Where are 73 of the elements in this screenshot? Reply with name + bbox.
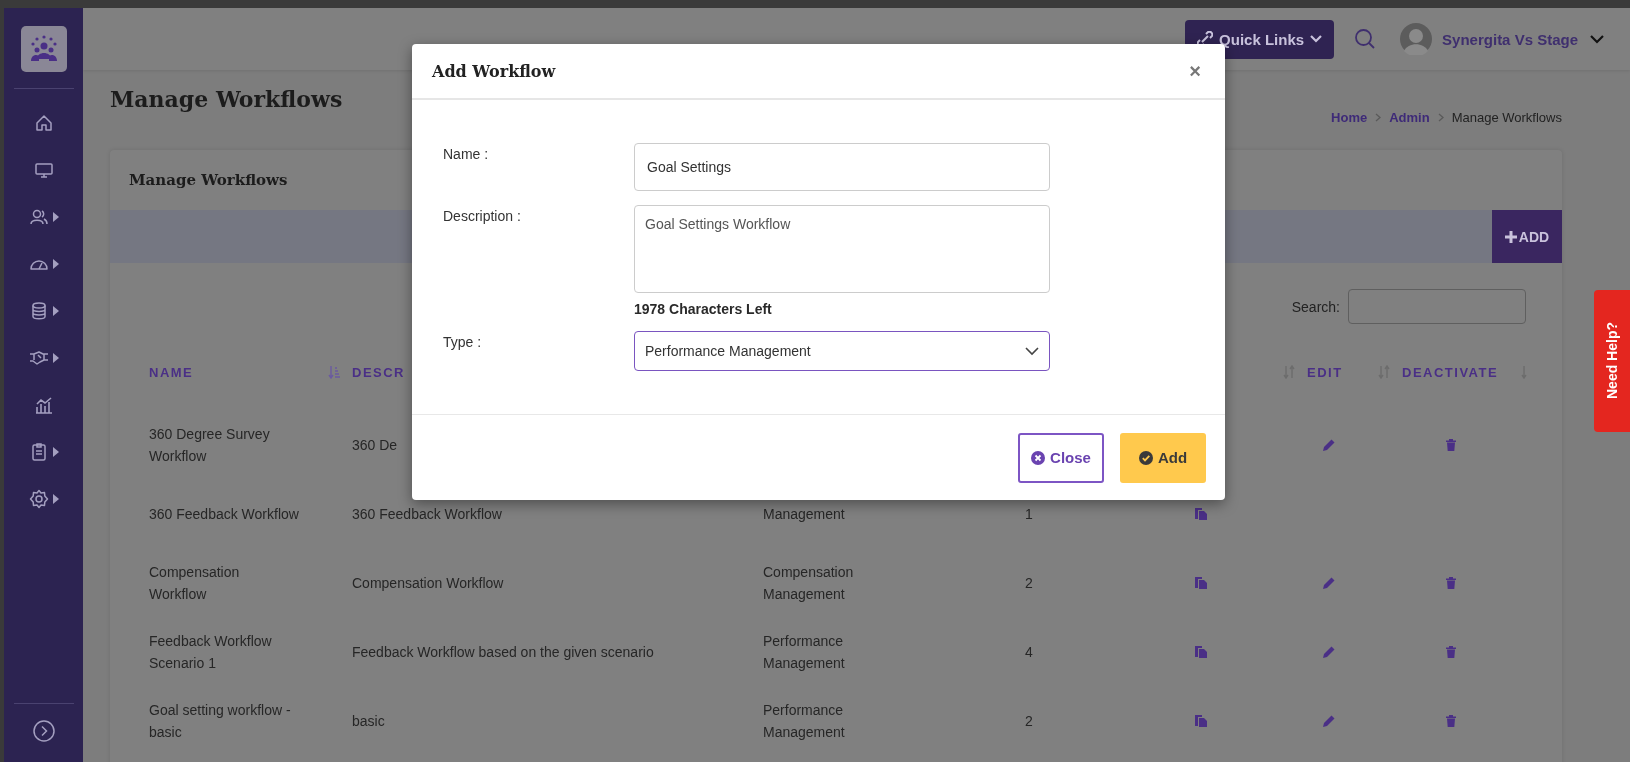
need-help-tab[interactable]: Need Help? (1594, 290, 1630, 432)
search-label: Search: (1291, 298, 1340, 315)
app-logo[interactable] (20, 26, 67, 72)
table-cell-text: 2 (1025, 711, 1033, 731)
field-label: Name : (443, 145, 490, 164)
avatar-icon[interactable] (1400, 23, 1433, 55)
type-dropdown[interactable]: Performance Management (634, 331, 1050, 371)
character-counter: 1978 Characters Left (634, 301, 773, 317)
field-label: Description : (443, 207, 522, 226)
chevron-icon (1310, 35, 1323, 43)
table-cell-text: 360 De (352, 435, 398, 455)
pencil-icon[interactable] (1322, 575, 1336, 590)
table-cell-text: 360 Feedback Workflow (352, 504, 502, 524)
quick-links-button[interactable]: Quick Links (1185, 19, 1335, 59)
table-cell-text: Management (763, 504, 845, 524)
table-cell-text: Compensation Management (763, 562, 855, 604)
pencil-icon[interactable] (1322, 437, 1336, 452)
table-cell-text: 360 Feedback Workflow (149, 504, 299, 524)
copy-icon[interactable] (1194, 713, 1208, 728)
dialog-title: Add Workflow (432, 61, 556, 81)
field-label: Type : (443, 333, 483, 352)
copy-icon[interactable] (1194, 575, 1208, 590)
close-circle-icon (1031, 450, 1046, 465)
table-cell-text: Feedback Workflow Scenario 1 (149, 631, 273, 673)
table-cell-text: 2 (1025, 573, 1033, 593)
table-cell-text: 4 (1025, 642, 1033, 662)
plus-icon (1504, 230, 1517, 243)
name-field[interactable]: Goal Settings (634, 143, 1050, 191)
column-header[interactable]: DESCR (352, 364, 405, 380)
table-cell-text: Feedback Workflow based on the given scenario (352, 642, 654, 662)
chart-icon[interactable] (33, 394, 54, 415)
table-cell-text: Compensation Workflow (149, 562, 241, 604)
trash-icon[interactable] (1444, 575, 1458, 590)
table-cell-text: 360 Degree Survey Workflow (149, 424, 271, 466)
trash-icon[interactable] (1444, 713, 1458, 728)
pencil-icon[interactable] (1322, 713, 1336, 728)
add-button[interactable]: ADD (1492, 210, 1562, 263)
link-icon (1197, 31, 1214, 47)
trash-icon[interactable] (1444, 644, 1458, 659)
close-dialog-button[interactable]: Close (1018, 432, 1104, 483)
add-submit-button[interactable]: Add (1120, 432, 1206, 483)
description-field[interactable]: Goal Settings Workflow (634, 205, 1050, 293)
chevron-icon (1025, 346, 1039, 356)
breadcrumb-link[interactable]: Admin (1389, 110, 1430, 125)
column-header[interactable]: DEACTIVATE (1402, 364, 1499, 380)
table-cell-text: basic (352, 711, 385, 731)
table-cell-text: Performance Management (763, 700, 846, 742)
chevron-icon[interactable] (1590, 34, 1604, 44)
table-cell-text: Performance Management (763, 631, 846, 673)
user-name[interactable]: Synergita Vs Stage (1442, 30, 1578, 48)
chevron-right-icon (1437, 113, 1444, 122)
chevron-right-icon (1375, 113, 1382, 122)
check-circle-icon (1138, 450, 1153, 465)
sort-icon[interactable] (328, 365, 340, 379)
home-icon[interactable] (33, 112, 54, 133)
pencil-icon[interactable] (1322, 644, 1336, 659)
page-title: Manage Workflows (110, 86, 343, 112)
expand-sidebar-icon[interactable] (32, 720, 55, 742)
trash-icon[interactable] (1444, 437, 1458, 452)
copy-icon[interactable] (1194, 506, 1208, 521)
breadcrumb-current: Manage Workflows (1451, 110, 1562, 125)
search-field[interactable] (1348, 289, 1526, 324)
settings-icon[interactable] (28, 488, 49, 509)
column-header[interactable]: EDIT (1307, 364, 1343, 380)
column-header[interactable]: NAME (149, 364, 194, 380)
close-button[interactable]: × (1185, 59, 1205, 83)
table-cell-text: Goal setting workflow - basic (149, 700, 292, 742)
table-cell-text: 1 (1025, 504, 1033, 524)
breadcrumb-link[interactable]: Home (1331, 110, 1368, 125)
card-title: Manage Workflows (129, 171, 288, 189)
table-cell-text: Compensation Workflow (352, 573, 504, 593)
copy-icon[interactable] (1194, 644, 1208, 659)
search-icon[interactable] (1354, 28, 1377, 50)
